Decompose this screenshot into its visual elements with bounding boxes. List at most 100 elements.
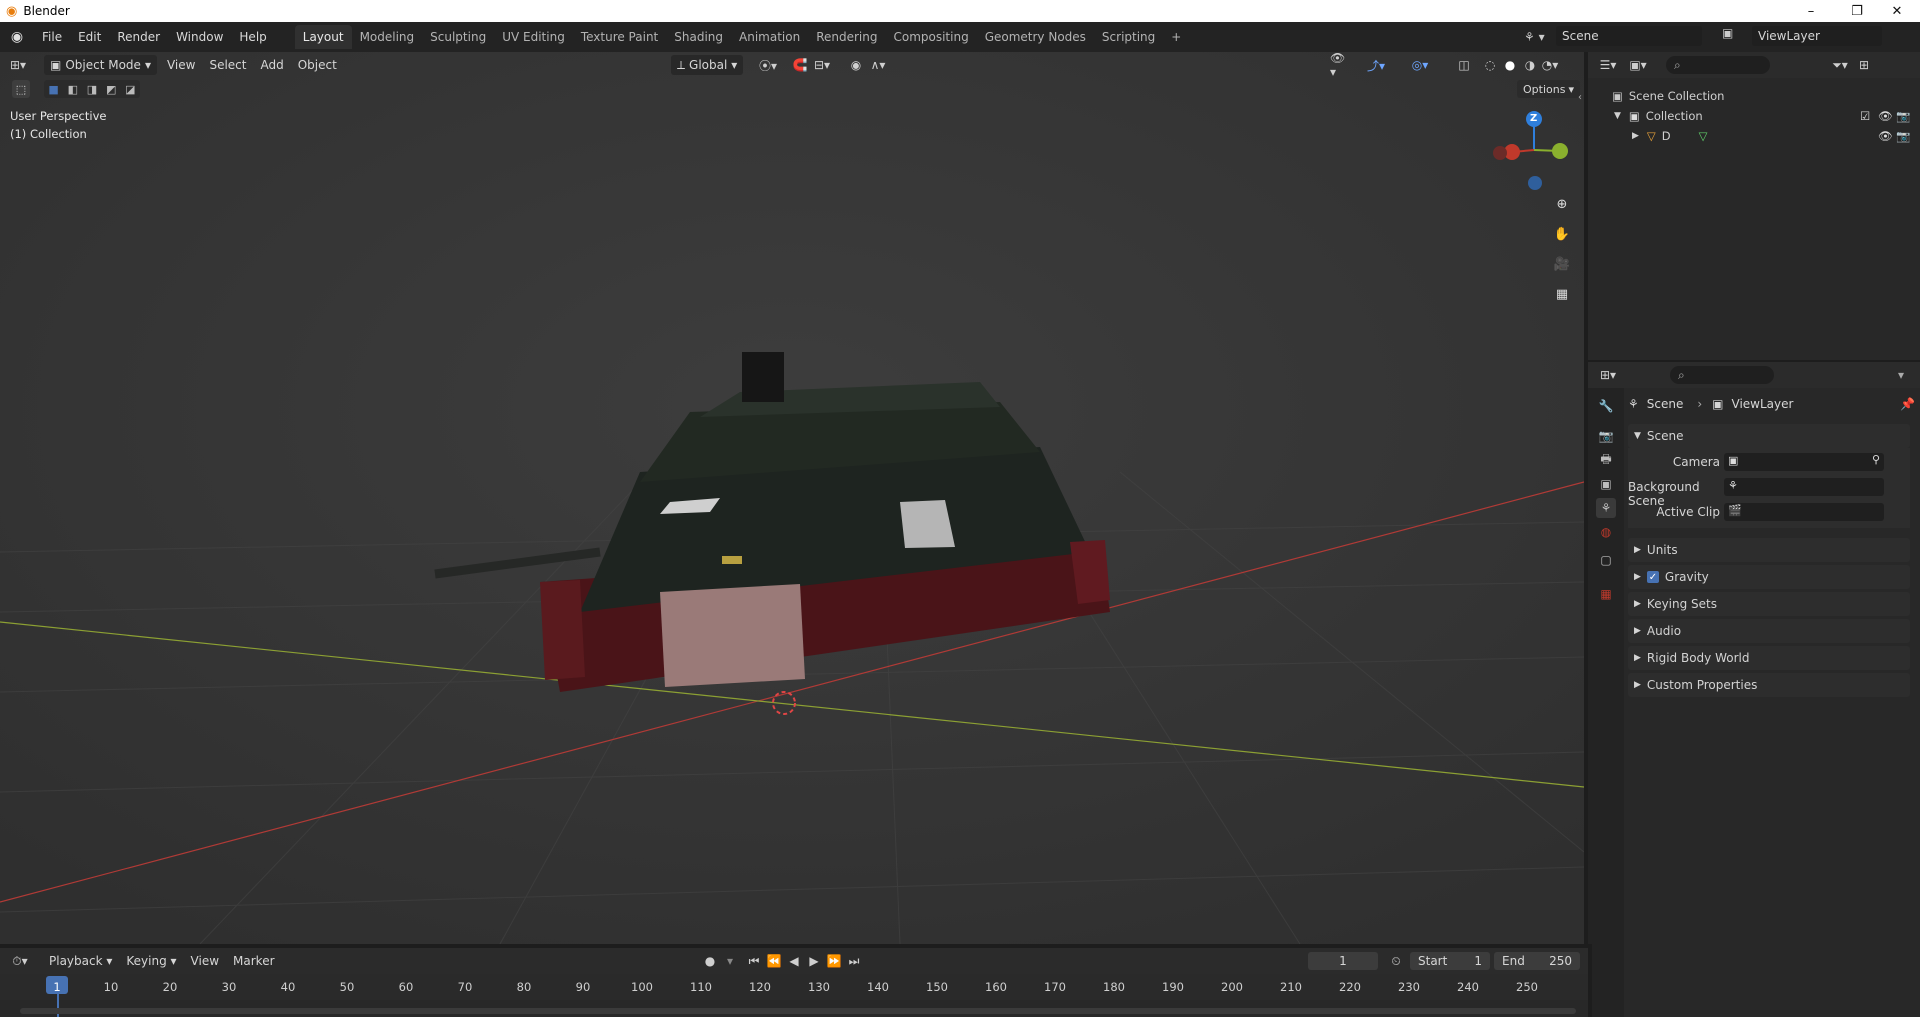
- snap-icon[interactable]: 🧲: [790, 55, 810, 75]
- jump-end-icon[interactable]: ⏭: [844, 951, 864, 971]
- outliner-editor-icon[interactable]: ☰▾: [1598, 55, 1618, 75]
- viewport-menu-object[interactable]: Object: [291, 54, 344, 76]
- options-dropdown[interactable]: Options ▾: [1517, 80, 1580, 98]
- new-collection-icon[interactable]: ⊞: [1854, 55, 1874, 75]
- outliner-row-object[interactable]: ▶ ▽ D ▽ 👁 📷: [1588, 126, 1920, 146]
- area-divider[interactable]: [1588, 944, 1592, 1017]
- wireframe-shading-icon[interactable]: ◌: [1480, 55, 1500, 75]
- tab-geometry-nodes[interactable]: Geometry Nodes: [977, 25, 1094, 49]
- active-clip-field[interactable]: 🎬: [1724, 503, 1884, 521]
- xray-icon[interactable]: ◫: [1454, 55, 1474, 75]
- pivot-point-icon[interactable]: ⦿▾: [758, 55, 778, 75]
- menu-render[interactable]: Render: [109, 22, 168, 52]
- tab-shading[interactable]: Shading: [666, 25, 731, 49]
- clock-icon[interactable]: ⏲: [1386, 951, 1406, 971]
- current-frame-field[interactable]: 1: [1308, 952, 1378, 970]
- record-icon[interactable]: ●: [700, 951, 720, 971]
- tab-texture-paint[interactable]: Texture Paint: [573, 25, 666, 49]
- camera-icon[interactable]: 📷: [1896, 129, 1910, 143]
- editor-type-icon[interactable]: ⊞▾: [8, 55, 28, 75]
- select-tool-icon[interactable]: ⬚: [12, 80, 30, 98]
- properties-search-input[interactable]: ⌕: [1670, 366, 1774, 384]
- 3d-viewport[interactable]: Z User Perspective (1) Collection ⬚ ■ ◧ …: [0, 52, 1584, 944]
- end-frame-field[interactable]: End 250: [1494, 952, 1580, 970]
- eye-icon[interactable]: 👁: [1878, 109, 1893, 123]
- visibility-icon[interactable]: 👁▾: [1330, 51, 1350, 79]
- eye-icon[interactable]: 👁: [1878, 129, 1893, 143]
- select-invert-icon[interactable]: ◩: [106, 83, 116, 96]
- play-reverse-icon[interactable]: ◀: [784, 951, 804, 971]
- scene-selector[interactable]: Scene: [1556, 26, 1702, 46]
- prev-keyframe-icon[interactable]: ⏪: [764, 951, 784, 971]
- scene-tab-icon[interactable]: ⚘: [1596, 498, 1616, 518]
- select-new-icon[interactable]: ■: [48, 83, 58, 96]
- viewlayer-selector[interactable]: ViewLayer: [1752, 26, 1882, 46]
- material-shading-icon[interactable]: ◑: [1520, 55, 1540, 75]
- camera-field[interactable]: ▣ ⚲: [1724, 453, 1884, 471]
- sidebar-toggle-icon[interactable]: ‹: [1578, 92, 1582, 103]
- background-scene-field[interactable]: ⚘: [1724, 478, 1884, 496]
- timeline-scrollbar[interactable]: [20, 1008, 1576, 1014]
- outliner-row-collection[interactable]: ▼ ▣ Collection ☑ 👁 📷: [1588, 106, 1920, 126]
- gizmo-toggle-icon[interactable]: ⤴▾: [1366, 55, 1386, 75]
- tab-layout[interactable]: Layout: [294, 25, 352, 49]
- texture-tab-icon[interactable]: ▦: [1596, 584, 1616, 604]
- pan-hand-icon[interactable]: ✋: [1550, 222, 1574, 246]
- panel-gravity[interactable]: ▶ ✓ Gravity: [1628, 565, 1910, 589]
- filter-icon[interactable]: ⏷▾: [1830, 55, 1850, 75]
- menu-file[interactable]: File: [34, 22, 70, 52]
- expand-arrow-icon[interactable]: ▶: [1632, 131, 1639, 141]
- blender-menu-icon[interactable]: ◉: [0, 29, 34, 45]
- timeline-menu-view[interactable]: View: [184, 950, 226, 972]
- panel-scene-header[interactable]: ▼ Scene: [1628, 424, 1910, 448]
- gravity-checkbox[interactable]: ✓: [1646, 571, 1659, 583]
- menu-edit[interactable]: Edit: [70, 22, 109, 52]
- display-mode-icon[interactable]: ▣▾: [1628, 55, 1648, 75]
- properties-editor-icon[interactable]: ⊞▾: [1598, 365, 1618, 385]
- viewport-menu-add[interactable]: Add: [253, 54, 290, 76]
- collection-tab-icon[interactable]: ▢: [1596, 550, 1616, 570]
- menu-help[interactable]: Help: [231, 22, 274, 52]
- output-tab-icon[interactable]: 🖶: [1596, 450, 1616, 470]
- world-tab-icon[interactable]: ◍: [1596, 522, 1616, 542]
- overlay-toggle-icon[interactable]: ◎▾: [1410, 55, 1430, 75]
- view-layer-tab-icon[interactable]: ▣: [1596, 474, 1616, 494]
- eyedropper-icon[interactable]: ⚲: [1872, 453, 1880, 466]
- panel-custom-properties[interactable]: ▶ Custom Properties: [1628, 673, 1910, 697]
- viewport-menu-view[interactable]: View: [160, 54, 202, 76]
- falloff-icon[interactable]: ∧▾: [868, 55, 888, 75]
- timeline-menu-playback[interactable]: Playback ▾: [42, 950, 119, 972]
- tab-sculpting[interactable]: Sculpting: [422, 25, 494, 49]
- chevron-down-icon[interactable]: ▾: [1898, 368, 1904, 382]
- ortho-grid-icon[interactable]: ▦: [1550, 282, 1574, 306]
- viewport-menu-select[interactable]: Select: [202, 54, 253, 76]
- mode-dropdown[interactable]: ▣ Object Mode ▾: [44, 55, 157, 75]
- selection-mode-buttons[interactable]: ■ ◧ ◨ ◩ ◪: [44, 80, 140, 98]
- proportional-edit-icon[interactable]: ◉: [846, 55, 866, 75]
- tool-tab-icon[interactable]: 🔧: [1596, 396, 1616, 416]
- checkbox-icon[interactable]: ☑: [1860, 109, 1870, 123]
- panel-keying-sets[interactable]: ▶ Keying Sets: [1628, 592, 1910, 616]
- tab-animation[interactable]: Animation: [731, 25, 808, 49]
- zoom-icon[interactable]: ⊕: [1550, 192, 1574, 216]
- play-icon[interactable]: ▶: [804, 951, 824, 971]
- menu-window[interactable]: Window: [168, 22, 231, 52]
- transform-orientation-dropdown[interactable]: ⟂ Global ▾: [671, 55, 744, 75]
- start-frame-field[interactable]: Start 1: [1410, 952, 1490, 970]
- select-intersect-icon[interactable]: ◪: [125, 83, 135, 96]
- tab-uv-editing[interactable]: UV Editing: [494, 25, 573, 49]
- jump-start-icon[interactable]: ⏮: [744, 951, 764, 971]
- outliner-search-input[interactable]: ⌕: [1666, 56, 1770, 74]
- timeline-editor-icon[interactable]: ⏱▾: [10, 951, 30, 971]
- select-subtract-icon[interactable]: ◨: [87, 83, 97, 96]
- tab-compositing[interactable]: Compositing: [885, 25, 976, 49]
- outliner-row-scene-collection[interactable]: ▣ Scene Collection: [1588, 86, 1920, 106]
- panel-units[interactable]: ▶ Units: [1628, 538, 1910, 562]
- timeline-menu-keying[interactable]: Keying ▾: [119, 950, 183, 972]
- close-button[interactable]: ✕: [1874, 0, 1920, 22]
- tab-scripting[interactable]: Scripting: [1094, 25, 1163, 49]
- pin-icon[interactable]: 📌: [1900, 397, 1915, 411]
- solid-shading-icon[interactable]: ●: [1500, 55, 1520, 75]
- snap-target-icon[interactable]: ⊟▾: [812, 55, 832, 75]
- panel-audio[interactable]: ▶ Audio: [1628, 619, 1910, 643]
